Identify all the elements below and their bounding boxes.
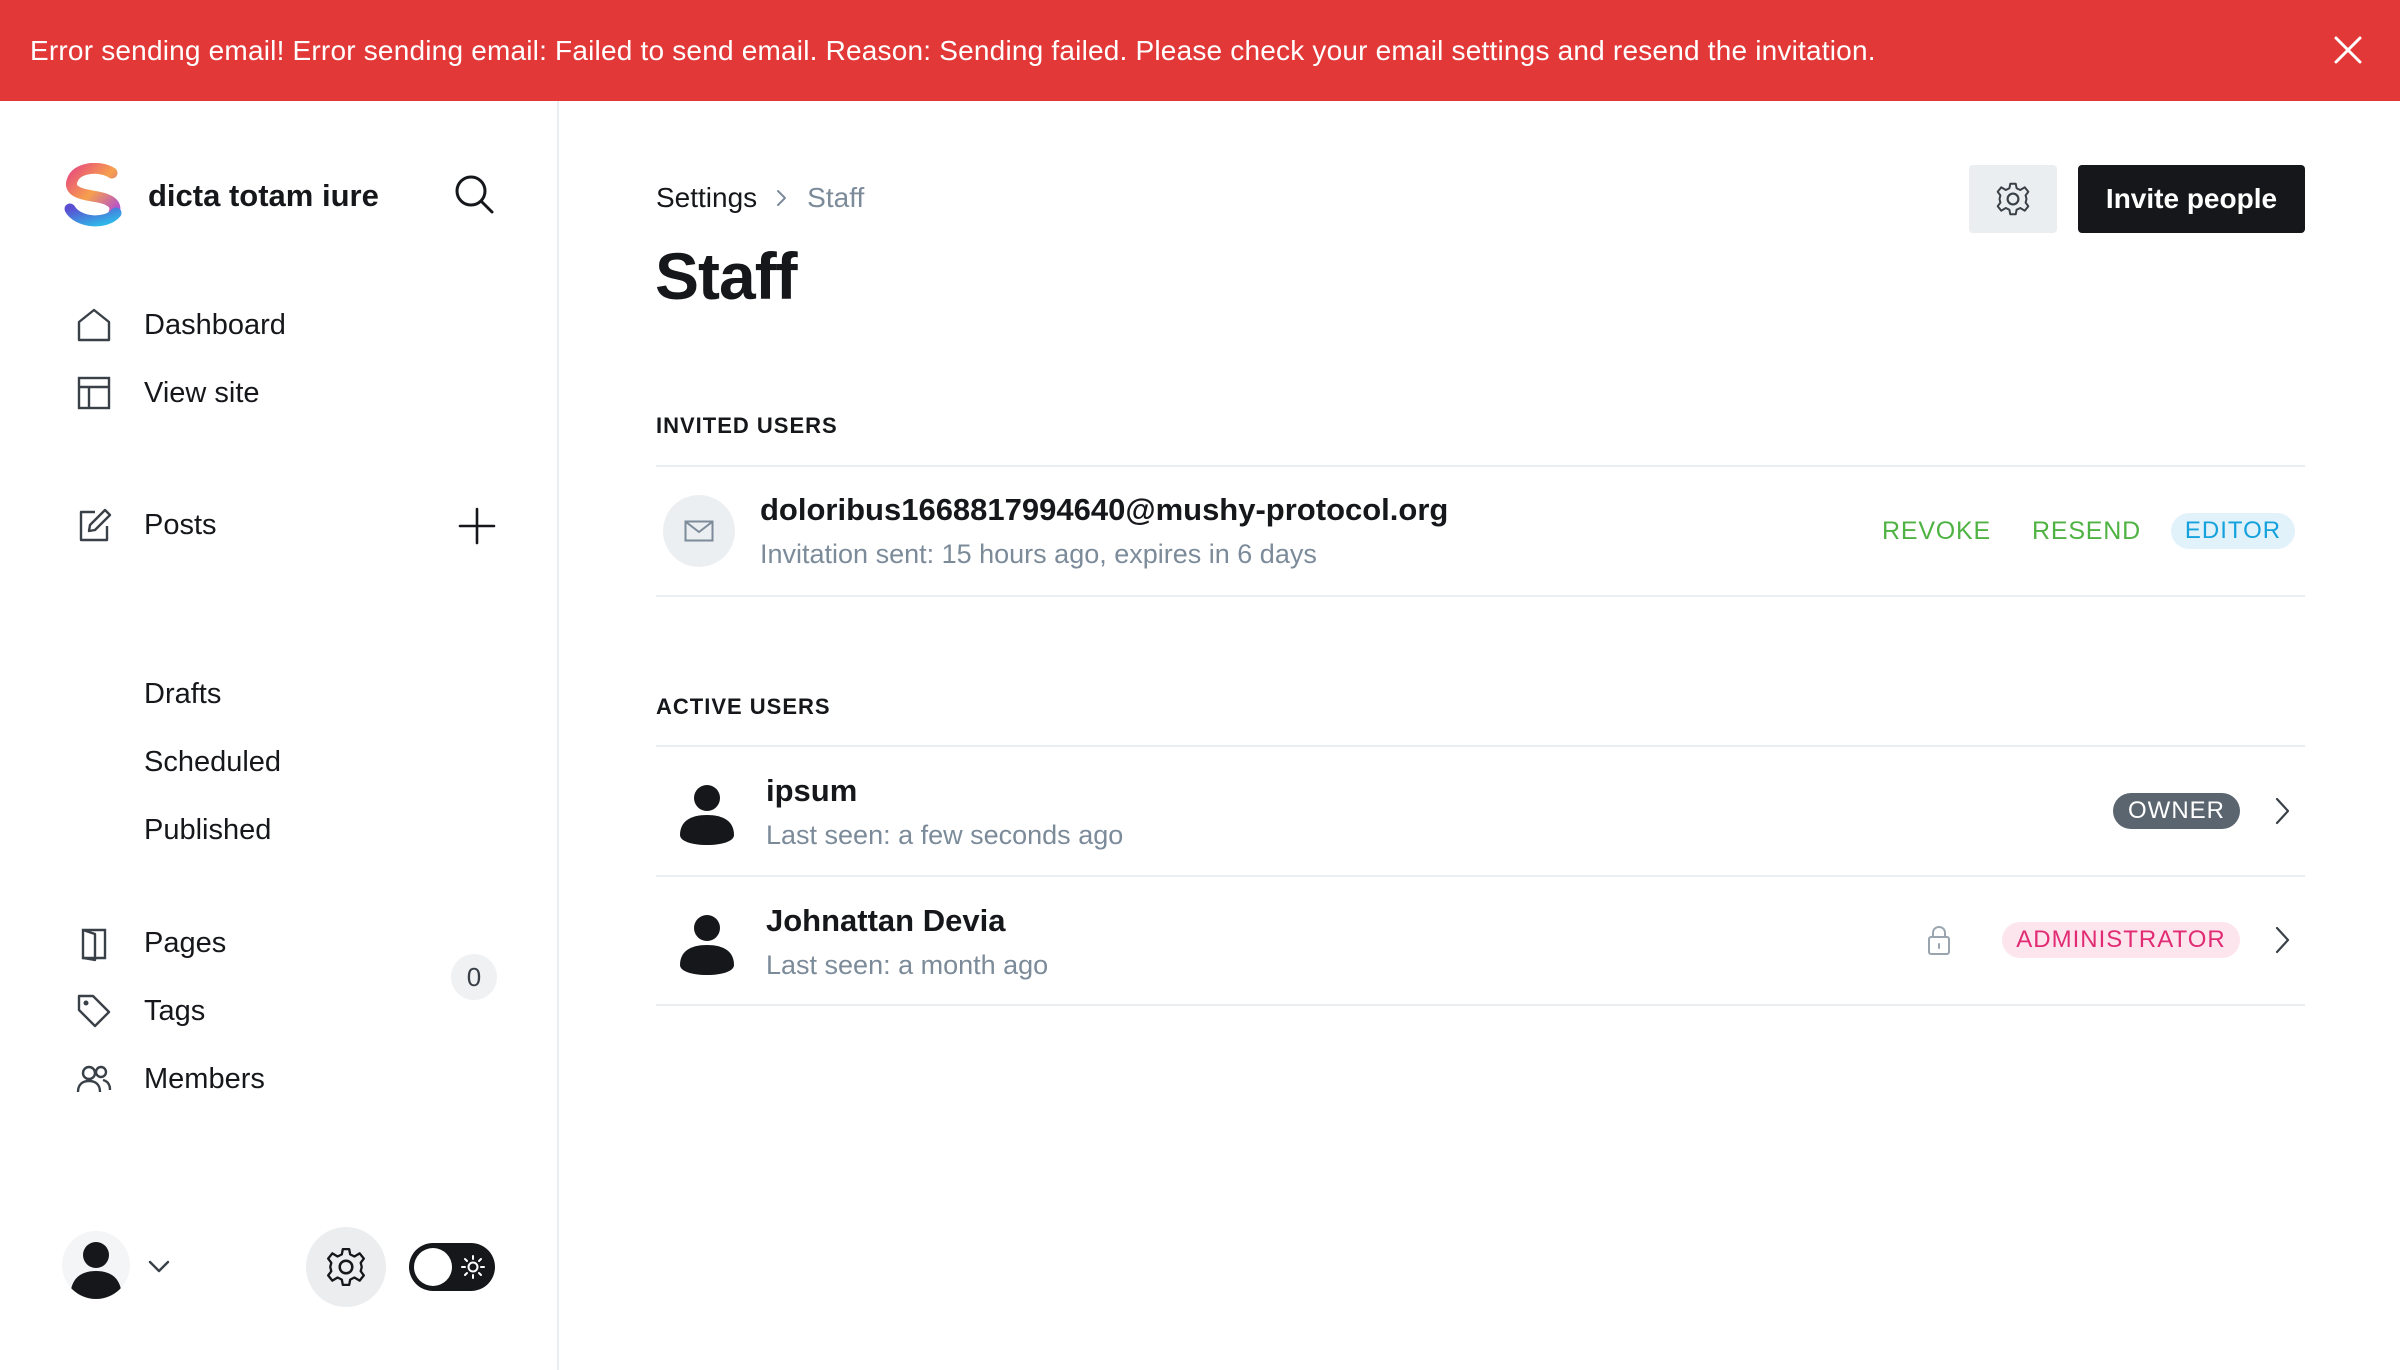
envelope-icon bbox=[684, 520, 714, 542]
user-avatar[interactable] bbox=[62, 1231, 130, 1299]
divider bbox=[656, 595, 2305, 597]
error-message: Error sending email! Error sending email… bbox=[30, 34, 1876, 66]
sidebar-item-label: Tags bbox=[144, 994, 206, 1027]
avatar-icon bbox=[680, 785, 734, 845]
staff-settings-button[interactable] bbox=[1969, 165, 2057, 233]
sidebar-item-published[interactable]: Published bbox=[144, 814, 271, 847]
sidebar-item-scheduled[interactable]: Scheduled bbox=[144, 746, 281, 779]
sidebar-item-pages[interactable]: Pages bbox=[75, 924, 226, 962]
user-name: Johnattan Devia bbox=[766, 903, 1006, 938]
chevron-right-icon[interactable] bbox=[2268, 795, 2296, 827]
sidebar-item-tags[interactable]: Tags bbox=[75, 992, 205, 1030]
sidebar-item-label: Dashboard bbox=[144, 308, 286, 341]
breadcrumb-settings-link[interactable]: Settings bbox=[656, 182, 757, 214]
edit-icon bbox=[79, 508, 112, 542]
sidebar-item-label: Pages bbox=[144, 926, 227, 959]
members-count-badge: 0 bbox=[451, 954, 497, 1000]
theme-toggle[interactable] bbox=[409, 1243, 495, 1291]
error-banner: Error sending email! Error sending email… bbox=[0, 0, 2400, 101]
user-last-seen: Last seen: a few seconds ago bbox=[766, 820, 1124, 850]
invite-avatar bbox=[663, 495, 735, 567]
sidebar: dicta totam iure Dashboard View site Pos… bbox=[0, 101, 559, 1370]
sidebar-item-posts[interactable]: Posts bbox=[75, 506, 217, 544]
sidebar-item-members[interactable]: Members bbox=[75, 1060, 265, 1098]
close-icon[interactable] bbox=[2330, 32, 2366, 68]
sidebar-item-label: View site bbox=[144, 376, 260, 409]
divider bbox=[656, 1004, 2305, 1006]
settings-button[interactable] bbox=[306, 1227, 386, 1307]
gear-icon bbox=[326, 1247, 366, 1287]
user-name: ipsum bbox=[766, 773, 858, 808]
chevron-down-icon[interactable] bbox=[145, 1253, 173, 1281]
home-icon bbox=[77, 308, 111, 342]
page-icon bbox=[81, 928, 107, 962]
user-last-seen: Last seen: a month ago bbox=[766, 950, 1049, 980]
role-badge-administrator: ADMINISTRATOR bbox=[2002, 922, 2240, 958]
role-badge-owner: OWNER bbox=[2113, 793, 2240, 829]
chevron-right-icon[interactable] bbox=[2268, 924, 2296, 956]
breadcrumb: Settings Staff bbox=[656, 182, 864, 214]
resend-button[interactable]: RESEND bbox=[2032, 517, 2141, 546]
site-name: dicta totam iure bbox=[148, 178, 379, 213]
invited-email: doloribus1668817994640@mushy-protocol.or… bbox=[760, 492, 1449, 527]
avatar-icon bbox=[680, 915, 734, 975]
invite-people-button[interactable]: Invite people bbox=[2078, 165, 2305, 233]
avatar-icon bbox=[70, 1242, 122, 1299]
invitation-status: Invitation sent: 15 hours ago, expires i… bbox=[760, 539, 1317, 569]
user-row-ipsum[interactable] bbox=[656, 747, 2305, 875]
lock-icon bbox=[1928, 925, 1950, 955]
site-logo-icon bbox=[64, 163, 122, 227]
sidebar-item-view-site[interactable]: View site bbox=[75, 374, 260, 412]
chevron-right-icon bbox=[777, 190, 787, 206]
role-badge-editor[interactable]: EDITOR bbox=[2171, 513, 2295, 549]
active-users-heading: ACTIVE USERS bbox=[656, 694, 831, 719]
page-title: Staff bbox=[655, 239, 798, 313]
sun-icon bbox=[461, 1255, 485, 1279]
site-brand[interactable]: dicta totam iure bbox=[62, 163, 379, 229]
layout-icon bbox=[77, 376, 111, 410]
search-icon[interactable] bbox=[452, 172, 496, 216]
toggle-knob bbox=[414, 1248, 452, 1286]
members-icon bbox=[76, 1065, 112, 1093]
tag-icon bbox=[77, 994, 111, 1028]
sidebar-item-dashboard[interactable]: Dashboard bbox=[75, 306, 286, 344]
revoke-button[interactable]: REVOKE bbox=[1882, 517, 1991, 546]
gear-icon bbox=[1996, 182, 2030, 216]
sidebar-item-label: Posts bbox=[144, 508, 217, 541]
invited-users-heading: INVITED USERS bbox=[656, 413, 838, 438]
sidebar-item-drafts[interactable]: Drafts bbox=[144, 678, 221, 711]
sidebar-item-label: Members bbox=[144, 1062, 265, 1095]
add-post-icon[interactable] bbox=[457, 506, 497, 546]
breadcrumb-current: Staff bbox=[807, 182, 865, 213]
divider bbox=[656, 465, 2305, 467]
